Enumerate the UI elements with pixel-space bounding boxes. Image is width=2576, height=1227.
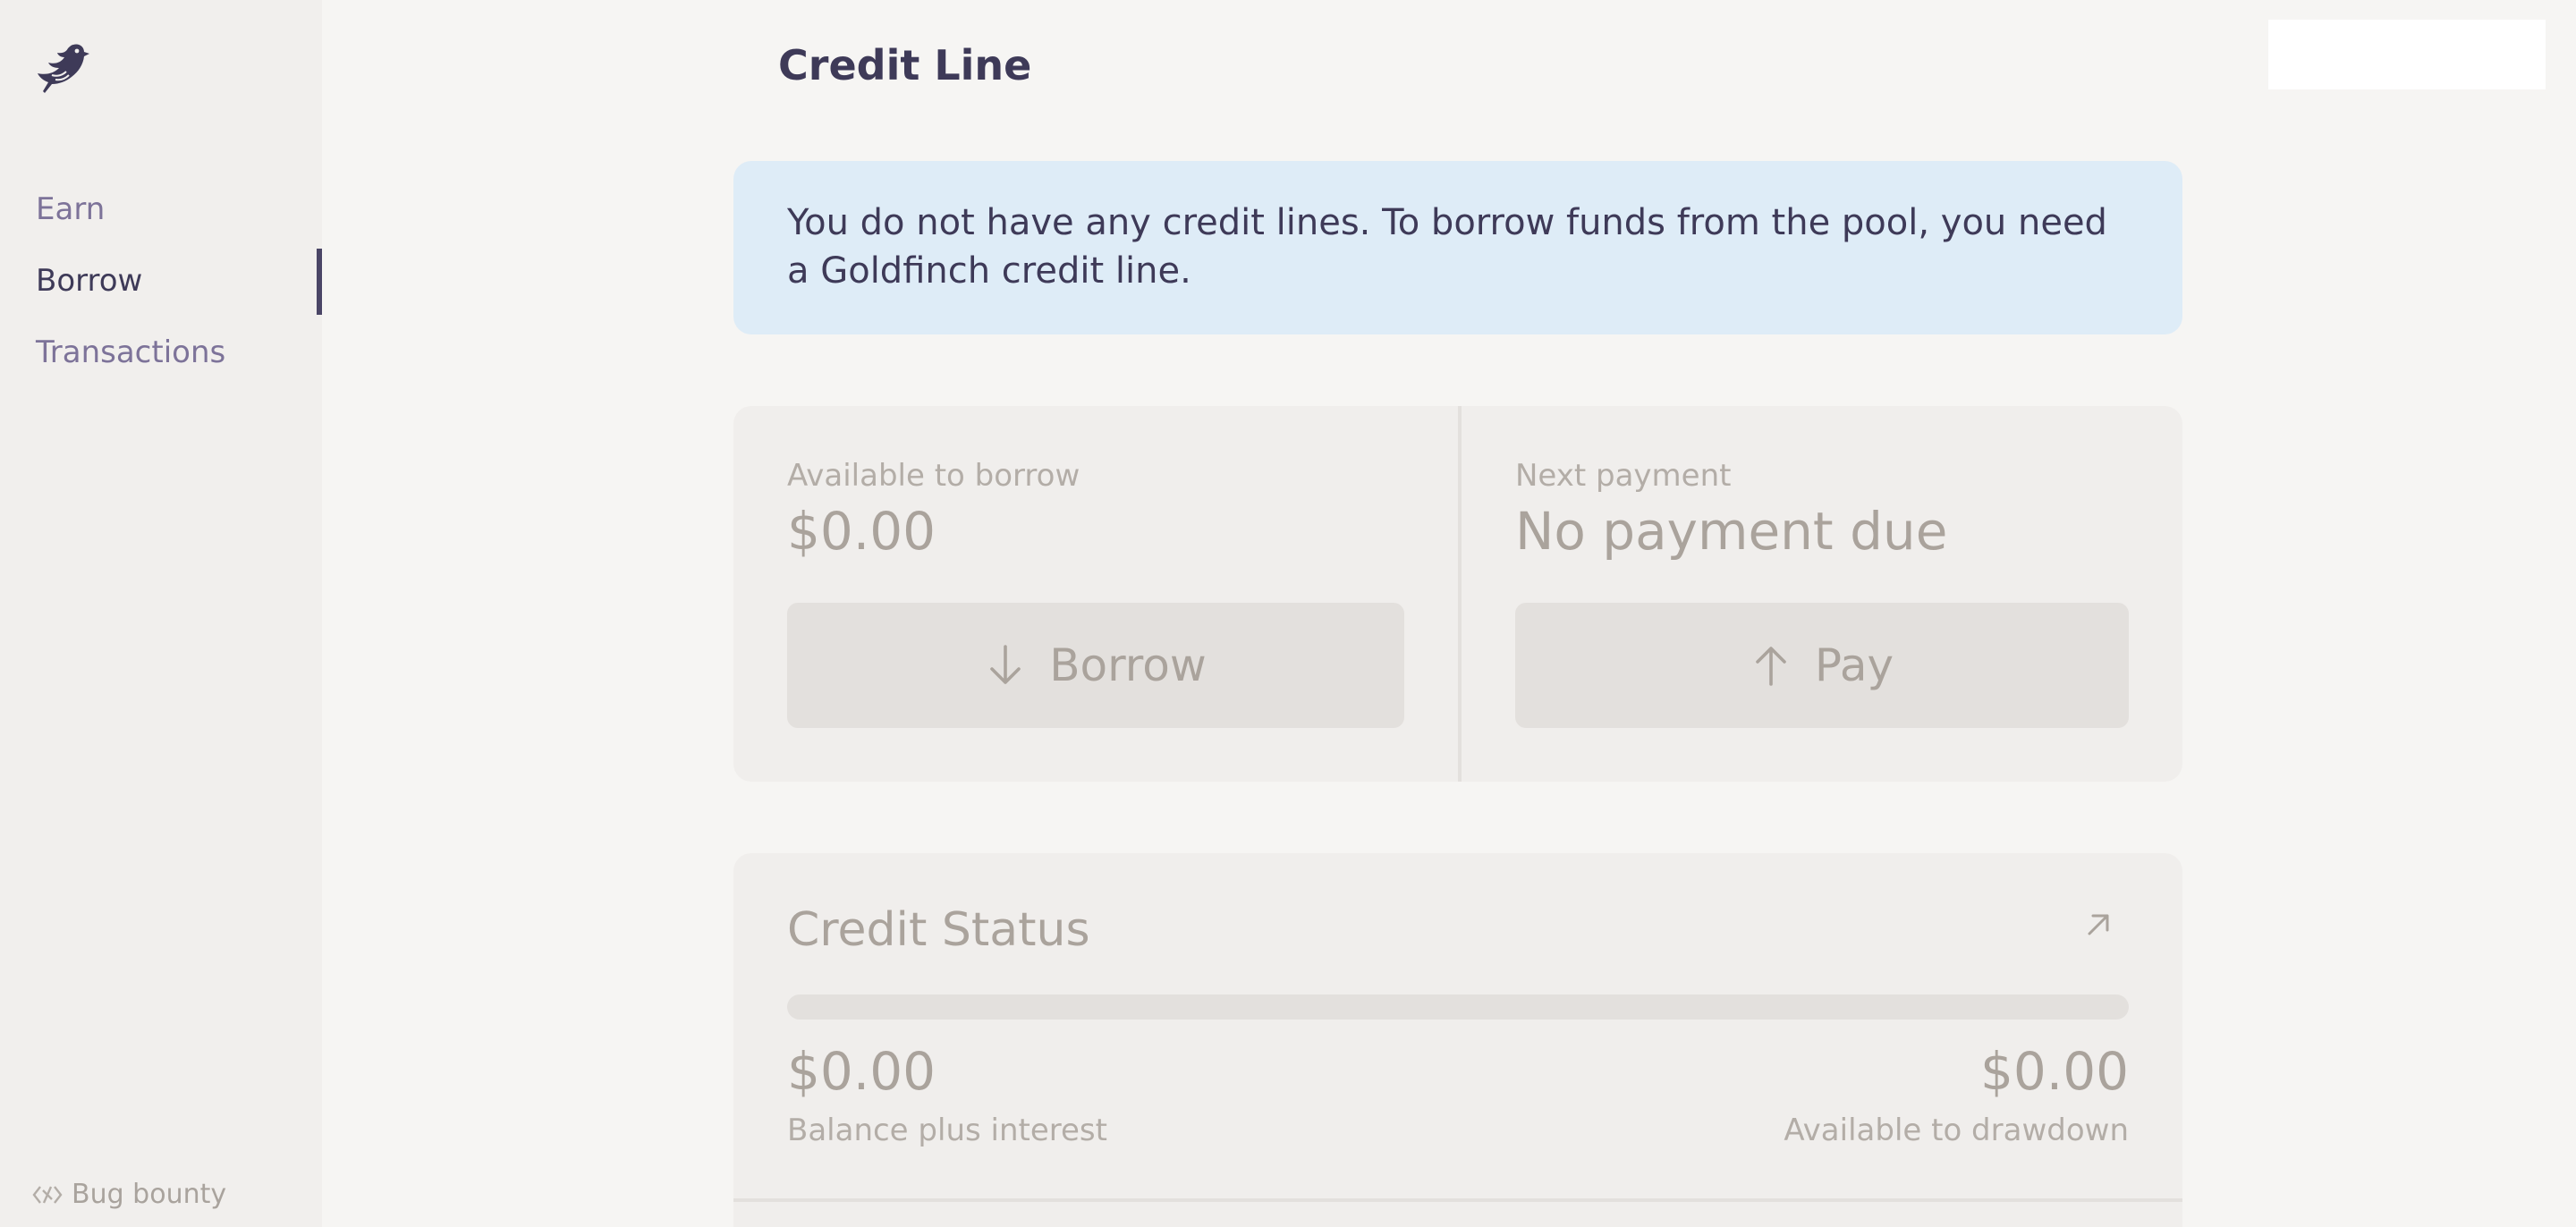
credit-status-card: Credit Status $0.00 Balance plus interes… — [733, 853, 2182, 1227]
balance-plus-interest-value: $0.00 — [787, 1041, 936, 1102]
available-to-borrow-label: Available to borrow — [787, 458, 1080, 494]
arrow-up-icon — [1756, 647, 1786, 686]
pay-button-label: Pay — [1814, 639, 1894, 691]
bug-bounty-icon — [32, 1185, 63, 1204]
borrow-button[interactable]: Borrow — [787, 603, 1404, 728]
active-nav-indicator — [317, 249, 322, 315]
sidebar-item-earn[interactable]: Earn — [36, 191, 105, 227]
pay-button[interactable]: Pay — [1515, 603, 2129, 728]
expand-arrow-svg — [2088, 914, 2109, 935]
goldfinch-logo-svg — [38, 44, 89, 93]
no-credit-line-banner: You do not have any credit lines. To bor… — [733, 161, 2182, 334]
page-title: Credit Line — [778, 41, 1032, 89]
bug-bounty-link[interactable]: Bug bounty — [32, 1179, 226, 1210]
available-to-borrow-value: $0.00 — [787, 501, 936, 562]
arrow-down-icon — [990, 645, 1021, 684]
sidebar-item-transactions[interactable]: Transactions — [36, 334, 225, 370]
available-to-drawdown-value: $0.00 — [1979, 1041, 2129, 1102]
bug-bounty-label: Bug bounty — [72, 1179, 227, 1210]
wallet-connect-area[interactable] — [2268, 20, 2546, 89]
arrow-up-right-icon[interactable] — [2082, 909, 2114, 941]
available-to-drawdown-label: Available to drawdown — [1784, 1113, 2129, 1148]
actions-divider — [1458, 406, 1462, 782]
sidebar: Earn Borrow Transactions Bug bounty — [0, 0, 322, 1227]
credit-actions-panel: Available to borrow $0.00 Borrow Next pa… — [733, 406, 2182, 782]
next-payment-label: Next payment — [1515, 458, 1732, 494]
credit-usage-progress-bar — [787, 994, 2129, 1020]
next-payment-value: No payment due — [1515, 501, 1948, 562]
credit-status-title: Credit Status — [787, 903, 1090, 957]
banner-message: You do not have any credit lines. To bor… — [787, 202, 2107, 292]
status-card-divider — [733, 1198, 2182, 1202]
borrow-button-label: Borrow — [1049, 639, 1207, 691]
sidebar-item-borrow[interactable]: Borrow — [36, 263, 142, 299]
goldfinch-logo-icon[interactable] — [34, 38, 95, 98]
balance-plus-interest-label: Balance plus interest — [787, 1113, 1107, 1148]
